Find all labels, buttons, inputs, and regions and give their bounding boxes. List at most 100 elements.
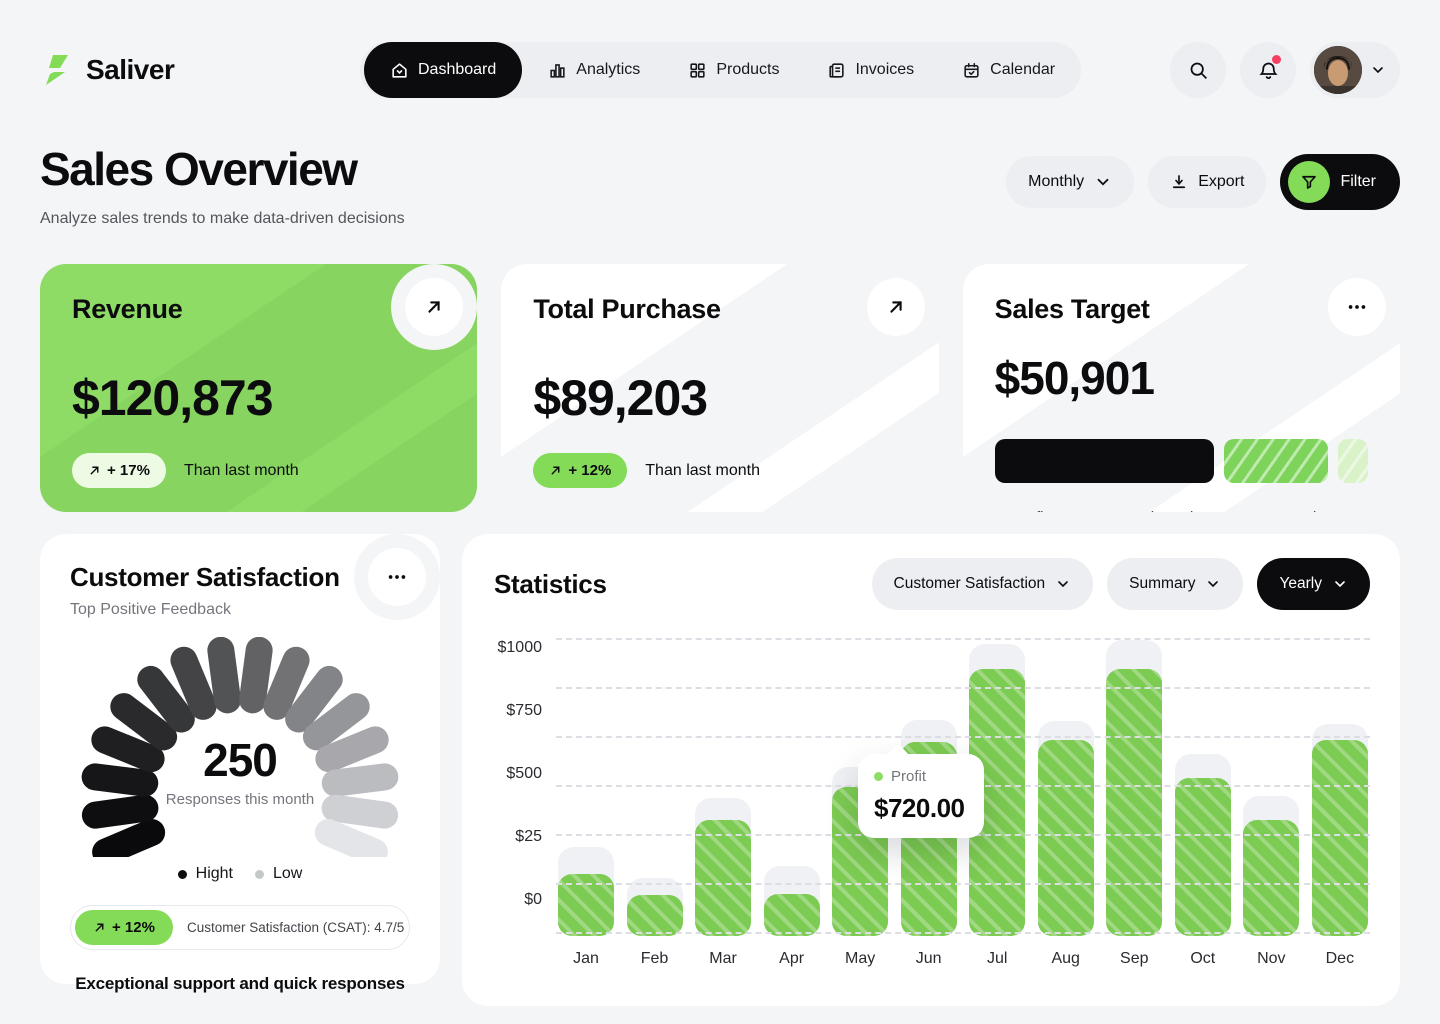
total-purchase-change-badge: + 12%: [533, 453, 627, 488]
legend-label: Hight: [196, 865, 233, 883]
statistics-dropdown-summary[interactable]: Summary: [1107, 558, 1243, 610]
gridline: [556, 638, 1370, 640]
x-axis-label-oct: Oct: [1175, 950, 1231, 968]
x-axis-label-nov: Nov: [1243, 950, 1299, 968]
search-icon: [1188, 60, 1209, 81]
gauge-segment: [184, 660, 203, 706]
tooltip-value: $720.00: [874, 793, 968, 824]
tooltip-series-name: Profit: [891, 768, 926, 785]
gauge-segment: [253, 650, 260, 700]
nav-item-dashboard[interactable]: Dashboard: [364, 42, 522, 98]
top-actions: [1170, 42, 1400, 98]
bottom-row: Customer Satisfaction Top Positive Feedb…: [40, 534, 1400, 1006]
bar-profit-dec: [1312, 740, 1368, 936]
bar-profit-feb: [627, 895, 683, 936]
chevron-down-icon: [1055, 576, 1071, 592]
revenue-title: Revenue: [72, 294, 445, 325]
gauge-segment: [335, 808, 385, 815]
y-axis-tick: $1000: [498, 639, 543, 657]
period-dropdown-label: Monthly: [1028, 173, 1084, 191]
page-subtitle: Analyze sales trends to make data-driven…: [40, 210, 405, 228]
total-purchase-title: Total Purchase: [533, 294, 906, 325]
gauge-segment: [328, 833, 374, 853]
bar-chart-icon: [548, 61, 567, 80]
bar-profit-oct: [1175, 778, 1231, 936]
tooltip-label: Profit: [874, 768, 968, 785]
gauge-center: 250 Responses this month: [75, 733, 405, 808]
top-bar: Saliver DashboardAnalyticsProductsInvoic…: [40, 40, 1400, 100]
home-icon: [390, 61, 409, 80]
chart-x-axis: JanFebMarAprMayJunJulAugSepOctNovDec: [556, 936, 1370, 968]
chevron-down-icon: [1094, 173, 1112, 191]
customer-satisfaction-card: Customer Satisfaction Top Positive Feedb…: [40, 534, 440, 984]
avatar-image: [1314, 46, 1362, 94]
statistics-chart: $1000$750$500$25$0 Profit $720.00: [492, 636, 1370, 936]
satisfaction-legend: HightLow: [70, 865, 410, 883]
csat-pill: + 12% Customer Satisfaction (CSAT): 4.7/…: [70, 905, 410, 950]
target-segment-total-earning: [1224, 439, 1328, 483]
sales-target-value: $50,901: [995, 351, 1368, 405]
sales-target-menu-button[interactable]: [1328, 278, 1386, 336]
legend-item-total-target: Total Target: [1267, 509, 1362, 512]
x-axis-label-dec: Dec: [1312, 950, 1368, 968]
gauge-caption: Responses this month: [75, 791, 405, 808]
revenue-value: $120,873: [72, 369, 445, 427]
nav-item-label: Calendar: [990, 61, 1055, 79]
revenue-change-value: + 17%: [107, 462, 150, 479]
nav-item-calendar[interactable]: Calendar: [940, 46, 1077, 94]
nav-item-invoices[interactable]: Invoices: [805, 46, 936, 94]
search-button[interactable]: [1170, 42, 1226, 98]
legend-item-profit: Profit: [995, 509, 1048, 512]
customer-satisfaction-footnote: Exceptional support and quick responses: [70, 974, 410, 994]
bar-profit-sep: [1106, 669, 1162, 936]
calendar-icon: [962, 61, 981, 80]
statistics-card: Statistics Customer SatisfactionSummaryY…: [462, 534, 1400, 1006]
invoice-icon: [827, 61, 846, 80]
chevron-down-icon: [1205, 576, 1221, 592]
sales-target-title: Sales Target: [995, 294, 1368, 325]
nav-item-analytics[interactable]: Analytics: [526, 46, 662, 94]
chart-tooltip: Profit $720.00: [858, 754, 984, 838]
x-axis-label-feb: Feb: [627, 950, 683, 968]
legend-label: Total Earning: [1122, 509, 1210, 512]
x-axis-label-may: May: [832, 950, 888, 968]
legend-dot: [255, 870, 264, 879]
profile-menu[interactable]: [1310, 42, 1400, 98]
gauge-segment: [151, 679, 182, 719]
dropdown-label: Yearly: [1279, 575, 1322, 593]
revenue-open-button[interactable]: [405, 278, 463, 336]
arrow-up-right-icon: [885, 296, 907, 318]
customer-satisfaction-subtitle: Top Positive Feedback: [70, 601, 410, 619]
total-purchase-open-button[interactable]: [867, 278, 925, 336]
statistics-dropdown-customer-satisfaction[interactable]: Customer Satisfaction: [872, 558, 1094, 610]
bar-profit-nov: [1243, 820, 1299, 936]
filter-button[interactable]: Filter: [1280, 154, 1400, 210]
gridline: [556, 736, 1370, 738]
sales-target-card: Sales Target $50,901 Profit Total Earning…: [963, 264, 1400, 512]
notifications-button[interactable]: [1240, 42, 1296, 98]
csat-change-badge: + 12%: [75, 910, 173, 945]
ellipsis-icon: [386, 566, 408, 588]
customer-satisfaction-menu-button[interactable]: [368, 548, 426, 606]
gauge-segment: [95, 808, 145, 815]
y-axis-tick: $25: [515, 828, 542, 846]
statistics-dropdown-yearly[interactable]: Yearly: [1257, 558, 1370, 610]
total-purchase-footer: + 12% Than last month: [533, 453, 906, 488]
legend-dot: [178, 870, 187, 879]
chevron-down-icon: [1332, 576, 1348, 592]
satisfaction-legend-hight: Hight: [178, 865, 233, 883]
export-button-label: Export: [1198, 173, 1244, 191]
x-axis-label-aug: Aug: [1038, 950, 1094, 968]
export-button[interactable]: Export: [1148, 156, 1266, 208]
x-axis-label-jul: Jul: [969, 950, 1025, 968]
notification-dot: [1272, 55, 1281, 64]
csat-label: Customer Satisfaction (CSAT): 4.7/5: [187, 920, 404, 935]
period-dropdown[interactable]: Monthly: [1006, 156, 1134, 208]
gridline: [556, 932, 1370, 934]
dashboard-page: Saliver DashboardAnalyticsProductsInvoic…: [0, 0, 1440, 1024]
statistics-header: Statistics Customer SatisfactionSummaryY…: [492, 558, 1370, 610]
x-axis-label-apr: Apr: [764, 950, 820, 968]
legend-item-total-earning: Total Earning: [1104, 509, 1210, 512]
nav-item-products[interactable]: Products: [666, 46, 801, 94]
page-title: Sales Overview: [40, 142, 405, 196]
